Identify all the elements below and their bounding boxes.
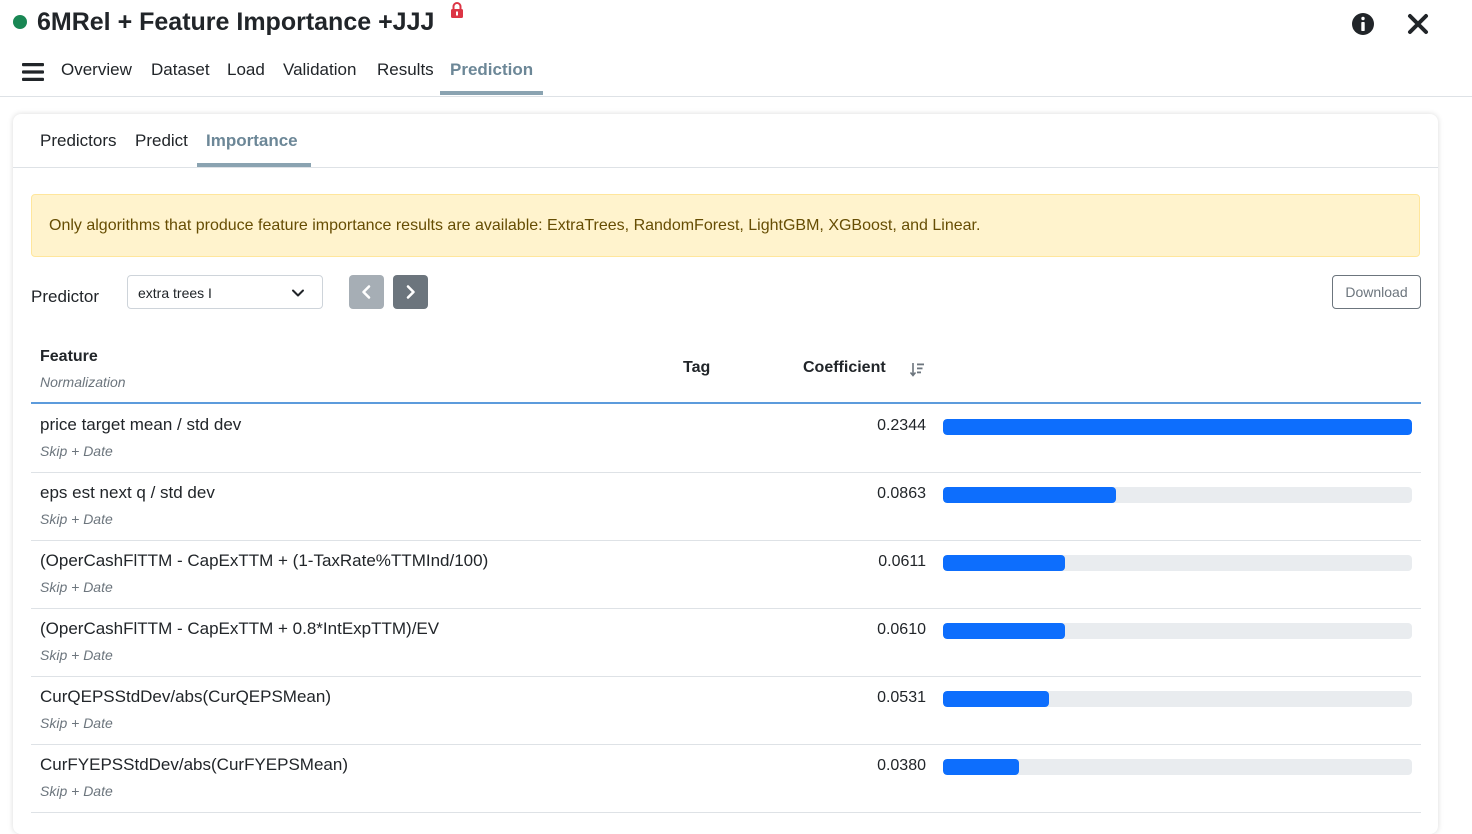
feature-normalization: Skip + Date — [40, 443, 113, 459]
column-header-normalization: Normalization — [40, 374, 126, 390]
tab-dataset[interactable]: Dataset — [151, 60, 210, 80]
feature-normalization: Skip + Date — [40, 715, 113, 731]
importance-bar-track — [943, 555, 1412, 571]
coefficient-value: 0.0380 — [877, 757, 926, 774]
tab-results[interactable]: Results — [377, 60, 434, 80]
importance-bar-track — [943, 759, 1412, 775]
coefficient-value: 0.0863 — [877, 485, 926, 502]
column-header-feature: Feature — [40, 348, 98, 365]
importance-bar — [943, 419, 1412, 435]
tab-validation[interactable]: Validation — [283, 60, 356, 80]
predictor-select[interactable]: extra trees I — [127, 275, 323, 309]
importance-bar — [943, 759, 1020, 775]
active-subtab-indicator — [197, 163, 311, 167]
coefficient-value: 0.0531 — [877, 689, 926, 706]
importance-bar-track — [943, 419, 1412, 435]
table-row: price target mean / std dev Skip + Date … — [31, 404, 1421, 473]
title-bar: 6MRel + Feature Importance +JJJ — [0, 0, 1472, 48]
feature-normalization: Skip + Date — [40, 579, 113, 595]
coefficient-value: 0.2344 — [877, 417, 926, 434]
feature-name: CurQEPSStdDev/abs(CurQEPSMean) — [40, 687, 331, 706]
coefficient-value: 0.0610 — [877, 621, 926, 638]
alert-text: Only algorithms that produce feature imp… — [49, 217, 981, 234]
predictor-select-value: extra trees I — [138, 285, 212, 301]
chevron-left-icon — [362, 285, 371, 299]
tab-predict[interactable]: Predict — [135, 131, 188, 151]
importance-bar — [943, 623, 1066, 639]
column-header-tag: Tag — [683, 359, 711, 376]
active-tab-indicator — [440, 91, 543, 95]
info-icon[interactable] — [1351, 12, 1375, 36]
column-header-coefficient[interactable]: Coefficient — [803, 359, 886, 377]
feature-name: eps est next q / std dev — [40, 483, 215, 502]
feature-name: price target mean / std dev — [40, 415, 242, 434]
feature-normalization: Skip + Date — [40, 783, 113, 799]
feature-name: CurFYEPSStdDev/abs(CurFYEPSMean) — [40, 755, 348, 774]
tab-predictors[interactable]: Predictors — [40, 131, 117, 151]
close-icon[interactable] — [1406, 12, 1430, 36]
info-alert: Only algorithms that produce feature imp… — [31, 194, 1420, 257]
chevron-down-icon — [292, 289, 304, 297]
predictor-label: Predictor — [31, 287, 100, 306]
feature-name: (OperCashFlTTM - CapExTTM + (1-TaxRate%T… — [40, 551, 489, 570]
importance-bar — [943, 487, 1116, 503]
menu-icon[interactable] — [22, 62, 44, 82]
importance-bar — [943, 555, 1066, 571]
table-row: CurQEPSStdDev/abs(CurQEPSMean) Skip + Da… — [31, 676, 1421, 745]
feature-normalization: Skip + Date — [40, 647, 113, 663]
feature-name: (OperCashFlTTM - CapExTTM + 0.8*IntExpTT… — [40, 619, 440, 638]
table-row: eps est next q / std dev Skip + Date 0.0… — [31, 472, 1421, 541]
download-button[interactable]: Download — [1332, 275, 1421, 309]
coefficient-value: 0.0611 — [878, 553, 926, 570]
lock-icon — [451, 2, 463, 18]
table-row: CurFYEPSStdDev/abs(CurFYEPSMean) Skip + … — [31, 744, 1421, 813]
tab-load[interactable]: Load — [227, 60, 265, 80]
table-row: (OperCashFlTTM - CapExTTM + (1-TaxRate%T… — [31, 540, 1421, 609]
sort-descending-icon[interactable] — [910, 362, 924, 377]
importance-card: Predictors Predict Importance Only algor… — [13, 114, 1438, 834]
chevron-right-icon — [406, 285, 415, 299]
importance-bar-track — [943, 691, 1412, 707]
table-row: (OperCashFlTTM - CapExTTM + 0.8*IntExpTT… — [31, 608, 1421, 677]
importance-bar-track — [943, 623, 1412, 639]
status-dot — [13, 15, 27, 29]
tab-importance[interactable]: Importance — [206, 131, 298, 151]
importance-bar-track — [943, 487, 1412, 503]
feature-normalization: Skip + Date — [40, 511, 113, 527]
next-predictor-button[interactable] — [393, 275, 428, 309]
app-title: 6MRel + Feature Importance +JJJ — [37, 8, 435, 36]
tab-overview[interactable]: Overview — [61, 60, 132, 80]
previous-predictor-button[interactable] — [349, 275, 384, 309]
importance-bar — [943, 691, 1050, 707]
tab-prediction[interactable]: Prediction — [450, 60, 533, 80]
sub-nav: Predictors Predict Importance — [13, 114, 1438, 168]
main-nav: Overview Dataset Load Validation Results… — [0, 52, 1472, 97]
